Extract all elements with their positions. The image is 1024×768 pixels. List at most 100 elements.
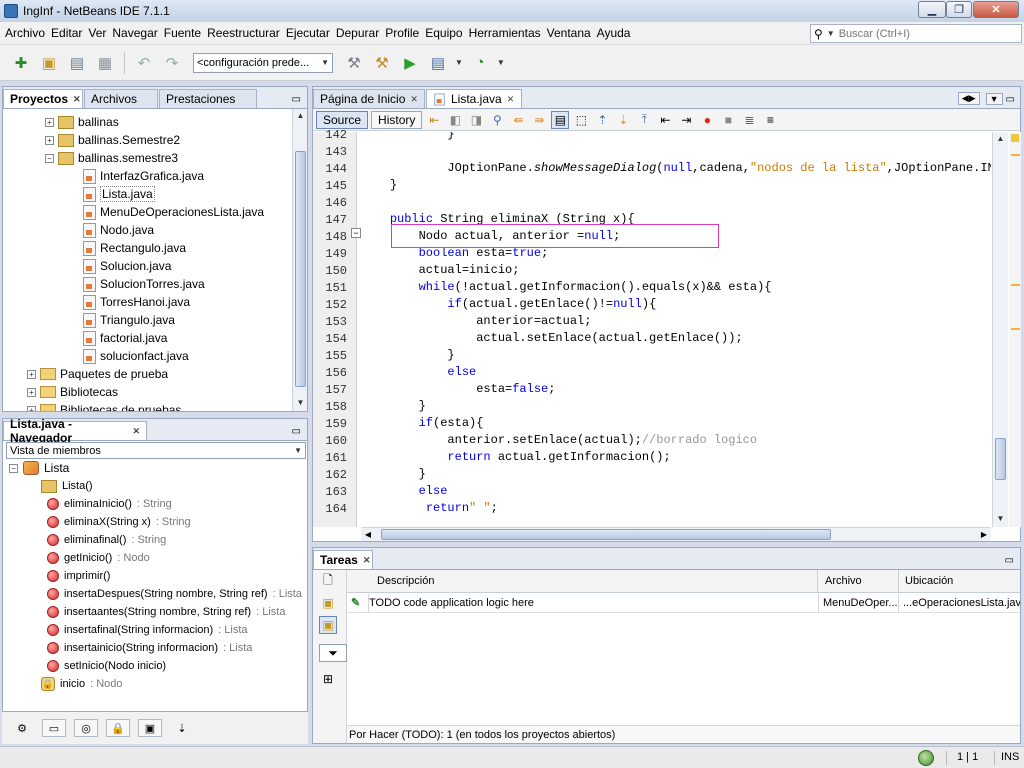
expand-icon[interactable]: + (27, 387, 36, 397)
menu-ver[interactable]: Ver (85, 22, 109, 45)
all-projects-scope-icon[interactable]: ▣ (319, 616, 337, 634)
inherited-members-icon[interactable]: ⚙ (10, 719, 34, 737)
scroll-thumb[interactable] (995, 438, 1006, 480)
find-icon[interactable]: ⚲ (488, 111, 506, 129)
quick-search[interactable]: ⚲ ▼ (810, 24, 1022, 43)
debug-dropdown-icon[interactable]: ▼ (455, 58, 463, 67)
member-item[interactable]: imprimir() (47, 567, 115, 585)
build-hammer-icon[interactable]: ⚒ (343, 52, 365, 74)
close-icon[interactable]: ✕ (507, 94, 515, 105)
comment-icon[interactable]: ≣ (740, 111, 758, 129)
tree-node[interactable]: + Bibliotecas (27, 383, 118, 401)
menu-reestructurar[interactable]: Reestructurar (204, 22, 283, 45)
menu-profile[interactable]: Profile (382, 22, 422, 45)
minimize-panel-icon[interactable]: ▭ (1005, 555, 1014, 566)
notifications-icon[interactable] (918, 750, 934, 766)
member-item[interactable]: setInicio(Nodo inicio) (47, 657, 171, 675)
minimize-panel-icon[interactable]: ▭ (292, 426, 301, 437)
scroll-up-icon[interactable]: ▲ (993, 132, 1008, 146)
profile-icon[interactable]: ◔ (469, 52, 491, 74)
close-icon[interactable]: ✕ (363, 555, 371, 566)
col-ubicacion[interactable]: Ubicación (899, 570, 1020, 593)
member-item[interactable]: insertaDespues(String nombre, String ref… (47, 585, 302, 603)
tab-archivos[interactable]: Archivos (84, 89, 158, 108)
menu-archivo[interactable]: Archivo (2, 22, 48, 45)
expand-icon[interactable]: + (45, 135, 54, 145)
shift-right-icon[interactable]: ⇥ (677, 111, 695, 129)
menu-ayuda[interactable]: Ayuda (594, 22, 634, 45)
find-previous-icon[interactable]: ⇚ (509, 111, 527, 129)
show-inner-icon[interactable]: ▣ (138, 719, 162, 737)
tree-file[interactable]: Triangulo.java (83, 311, 175, 329)
stripe-mark[interactable] (1011, 328, 1020, 330)
forward-icon[interactable]: ◨ (467, 111, 485, 129)
minimize-panel-icon[interactable]: ▭ (292, 94, 301, 105)
tab-pagina-de-inicio[interactable]: Página de Inicio ✕ (313, 89, 425, 108)
code-area[interactable]: } JOptionPane.showMessageDialog(null,cad… (361, 132, 991, 527)
menu-editar[interactable]: Editar (48, 22, 85, 45)
member-item[interactable]: Lista() (41, 477, 98, 495)
minimize-button[interactable]: ▁ (918, 1, 946, 18)
scroll-right-icon[interactable]: ▶ (977, 528, 991, 541)
configuration-select[interactable]: <configuración prede... ▼ (193, 52, 333, 73)
main-project-scope-icon[interactable]: ▣ (319, 594, 337, 612)
tab-lista-java[interactable]: Lista.java ✕ (426, 89, 522, 108)
expand-icon[interactable]: + (45, 117, 54, 127)
toggle-rect-select-icon[interactable]: ⬚ (572, 111, 590, 129)
menu-ejecutar[interactable]: Ejecutar (283, 22, 333, 45)
close-window-button[interactable]: ✕ (973, 1, 1019, 18)
tree-file[interactable]: solucionfact.java (83, 347, 189, 365)
previous-bookmark-icon[interactable]: ⇡ (593, 111, 611, 129)
col-descripcion[interactable]: Descripción (369, 570, 818, 593)
scroll-thumb[interactable] (381, 529, 831, 540)
tree-file[interactable]: InterfazGrafica.java (83, 167, 204, 185)
tree-node[interactable]: + Paquetes de prueba (27, 365, 168, 383)
tree-file[interactable]: Solucion.java (83, 257, 171, 275)
tree-node[interactable]: + Bibliotecas de pruebas (27, 401, 181, 411)
search-input[interactable] (838, 27, 1019, 40)
run-icon[interactable]: ▶ (399, 52, 421, 74)
debug-icon[interactable]: ▤ (427, 52, 449, 74)
history-button[interactable]: History (371, 110, 423, 129)
show-opened-documents-icon[interactable]: ▼ (985, 93, 1003, 105)
member-item[interactable]: 🔒 inicio : Nodo (41, 675, 123, 693)
tree-file-selected[interactable]: Lista.java (83, 185, 155, 203)
source-button[interactable]: Source (316, 110, 369, 129)
navigator-view-select[interactable]: Vista de miembros ▼ (6, 442, 306, 459)
menu-ventana[interactable]: Ventana (544, 22, 594, 45)
menu-navegar[interactable]: Navegar (109, 22, 160, 45)
maximize-button[interactable]: ❐ (946, 1, 972, 18)
collapse-icon[interactable]: − (9, 463, 18, 473)
current-file-scope-icon[interactable]: 🗋 (319, 572, 337, 590)
next-bookmark-icon[interactable]: ⇣ (614, 111, 632, 129)
profile-dropdown-icon[interactable]: ▼ (497, 58, 505, 67)
close-icon[interactable]: ✕ (410, 94, 418, 105)
stripe-mark[interactable] (1011, 284, 1020, 286)
filter-icon[interactable]: ⏷ (319, 644, 347, 662)
stop-macro-icon[interactable]: ■ (719, 111, 737, 129)
uncomment-icon[interactable]: ≡ (761, 111, 779, 129)
tree-file[interactable]: Rectangulo.java (83, 239, 186, 257)
fold-icon[interactable]: − (351, 228, 361, 238)
tree-file[interactable]: TorresHanoi.java (83, 293, 190, 311)
menu-herramientas[interactable]: Herramientas (466, 22, 544, 45)
tree-node[interactable]: + ballinas (45, 113, 119, 131)
tree-file[interactable]: factorial.java (83, 329, 167, 347)
tab-prestaciones[interactable]: Prestaciones (159, 89, 257, 108)
tab-proyectos[interactable]: Proyectos ✕ (3, 89, 83, 108)
tree-node[interactable]: − ballinas.semestre3 (45, 149, 178, 167)
tree-file[interactable]: SolucionTorres.java (83, 275, 205, 293)
member-item[interactable]: insertainicio(String informacion) : List… (47, 639, 252, 657)
projects-scrollbar[interactable]: ▲ ▼ (292, 109, 307, 411)
table-row[interactable]: ✎ TODO code application logic here MenuD… (347, 594, 1020, 613)
scroll-tabs-icon[interactable]: ◀▶ (957, 92, 980, 105)
menu-fuente[interactable]: Fuente (161, 22, 204, 45)
redo-icon[interactable]: ↷ (161, 52, 183, 74)
tree-file[interactable]: Nodo.java (83, 221, 154, 239)
menu-depurar[interactable]: Depurar (333, 22, 382, 45)
scroll-thumb[interactable] (295, 151, 306, 387)
toggle-bookmark-icon[interactable]: ⤒ (635, 111, 653, 129)
find-next-icon[interactable]: ⇛ (530, 111, 548, 129)
collapse-icon[interactable]: − (45, 153, 54, 163)
scroll-down-icon[interactable]: ▼ (293, 396, 308, 410)
